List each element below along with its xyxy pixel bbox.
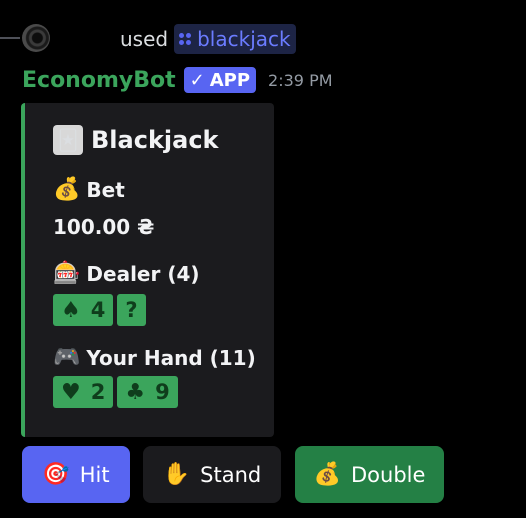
stand-button[interactable]: ✋ Stand bbox=[143, 446, 281, 503]
author-name[interactable]: EconomyBot bbox=[22, 68, 176, 93]
command-name: blackjack bbox=[197, 27, 291, 51]
player-card: ♣ 9 bbox=[117, 376, 178, 408]
double-button[interactable]: 💰 Double bbox=[295, 446, 444, 503]
checkmark-icon: ✓ bbox=[189, 69, 205, 91]
hit-button-label: Hit bbox=[79, 462, 110, 487]
bet-label: Bet bbox=[86, 177, 125, 202]
joker-icon: 🃏 bbox=[53, 125, 83, 155]
game-controller-icon: 🎮 bbox=[53, 345, 81, 370]
embed-title-text: Blackjack bbox=[91, 126, 219, 154]
player-field-name: 🎮 Your Hand (11) bbox=[53, 345, 256, 370]
double-button-label: Double bbox=[350, 462, 426, 487]
used-label: used bbox=[120, 27, 169, 51]
app-badge: ✓ APP bbox=[183, 67, 257, 93]
dealer-hidden-card: ? bbox=[117, 294, 146, 326]
card-value: 2 bbox=[90, 380, 106, 404]
embed-title: 🃏 Blackjack bbox=[53, 125, 219, 155]
command-mention[interactable]: blackjack bbox=[174, 24, 296, 54]
message-timestamp[interactable]: 2:39 PM bbox=[268, 71, 332, 90]
dart-icon: 🎯 bbox=[42, 462, 70, 487]
slot-machine-icon: 🎰 bbox=[53, 261, 81, 286]
message-header: EconomyBot ✓ APP 2:39 PM bbox=[22, 64, 333, 96]
player-card: ♥ 2 bbox=[53, 376, 114, 408]
heart-icon: ♥ bbox=[61, 379, 81, 405]
blackjack-embed: 🃏 Blackjack 💰 Bet 100.00 ₴ 🎰 Dealer (4) … bbox=[21, 103, 274, 437]
money-bag-icon: 💰 bbox=[53, 177, 81, 202]
club-icon: ♣ bbox=[125, 379, 146, 405]
player-cards: ♥ 2 ♣ 9 bbox=[53, 376, 178, 408]
card-value: 9 bbox=[155, 380, 170, 404]
slash-command-icon bbox=[179, 33, 192, 45]
dealer-field-name: 🎰 Dealer (4) bbox=[53, 261, 200, 286]
dealer-label: Dealer (4) bbox=[86, 261, 200, 286]
player-label: Your Hand (11) bbox=[86, 345, 256, 370]
raised-hand-icon: ✋ bbox=[162, 462, 191, 487]
bet-amount: 100.00 ₴ bbox=[53, 215, 155, 239]
reply-connector-line bbox=[0, 37, 20, 39]
spade-icon: ♠ bbox=[61, 297, 81, 323]
command-reply-context: used blackjack bbox=[120, 24, 296, 54]
stand-button-label: Stand bbox=[200, 462, 262, 487]
card-value: 4 bbox=[90, 298, 106, 322]
money-bag-icon: 💰 bbox=[313, 462, 341, 487]
bet-field-name: 💰 Bet bbox=[53, 177, 125, 202]
hit-button[interactable]: 🎯 Hit bbox=[22, 446, 130, 503]
card-value: ? bbox=[125, 298, 138, 322]
dealer-card: ♠ 4 bbox=[53, 294, 114, 326]
app-badge-label: APP bbox=[209, 69, 251, 91]
dealer-cards: ♠ 4 ? bbox=[53, 294, 146, 326]
reply-user-avatar[interactable] bbox=[22, 24, 50, 52]
